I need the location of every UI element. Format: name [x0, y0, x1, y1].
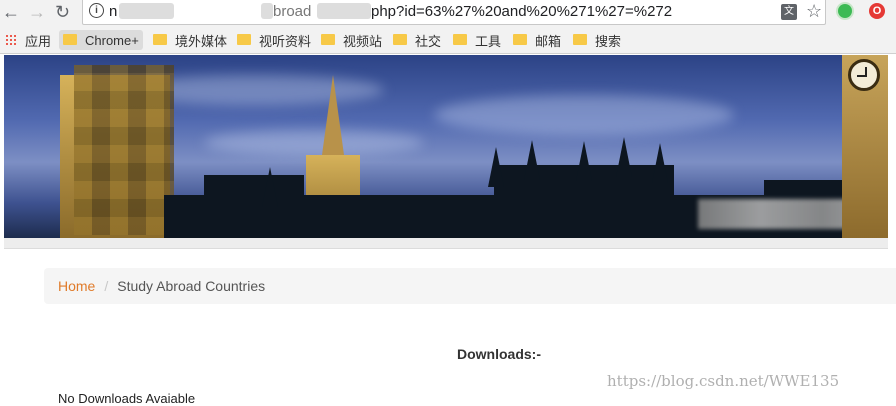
no-downloads-message: No Downloads Avaiable [58, 391, 196, 406]
palace-spire [488, 147, 504, 187]
bookmark-label: 视频站 [343, 33, 383, 49]
breadcrumb: Home / Study Abroad Countries [44, 268, 896, 304]
bookmark-label: 应用 [25, 33, 52, 49]
bookmark-label: 工具 [475, 33, 502, 49]
folder-icon [453, 33, 467, 45]
watermark-text: https://blog.csdn.net/WWE135 [607, 372, 840, 390]
bookmark-label: 搜索 [595, 33, 622, 49]
clock-face-icon [848, 59, 880, 91]
bookmark-video-sites[interactable]: 视频站 [321, 30, 382, 50]
url-text-mid: broad [273, 3, 312, 20]
extension-green-icon[interactable] [838, 4, 852, 18]
info-icon[interactable]: i [89, 3, 104, 18]
folder-icon [321, 33, 335, 45]
bookmark-social[interactable]: 社交 [393, 30, 441, 50]
bookmark-label: 邮箱 [535, 33, 562, 49]
palace-block [204, 175, 304, 215]
browser-toolbar: ← → ↻ i n broad php?id=63%27%20and%20%27… [0, 0, 896, 26]
palace-spire [616, 137, 632, 177]
breadcrumb-current: Study Abroad Countries [117, 278, 266, 294]
apps-grid-icon [5, 34, 17, 46]
pixelated-redaction [74, 65, 174, 235]
clock-hand [857, 75, 866, 77]
forward-arrow-icon[interactable]: → [28, 2, 46, 22]
palace-spire [262, 167, 278, 207]
folder-icon [573, 33, 587, 45]
cloud [434, 95, 734, 135]
palace-spire [524, 140, 540, 180]
breadcrumb-home-link[interactable]: Home [58, 278, 95, 294]
bookmark-label: 社交 [415, 33, 442, 49]
address-bar[interactable]: i n broad php?id=63%27%20and%20%271%27=%… [82, 0, 826, 25]
banner-bottom-strip [4, 238, 888, 249]
folder-icon [393, 33, 407, 45]
url-redaction [261, 3, 273, 19]
bookmark-label: 视听资料 [259, 33, 312, 49]
url-redaction [119, 3, 174, 19]
bookmark-star-icon[interactable]: ☆ [806, 1, 822, 22]
bookmark-foreign-media[interactable]: 境外媒体 [153, 30, 227, 50]
bookmark-av-materials[interactable]: 视听资料 [237, 30, 311, 50]
folder-icon [513, 33, 527, 45]
palace-spire [652, 143, 668, 183]
url-text-end: php?id=63%27%20and%20%271%27=%272 [371, 3, 673, 20]
bookmark-label: 境外媒体 [175, 33, 228, 49]
bookmark-chrome-plus[interactable]: Chrome+ [59, 30, 143, 50]
central-spire [322, 75, 344, 155]
bookmark-tools[interactable]: 工具 [453, 30, 501, 50]
cloud [204, 130, 424, 155]
bookmark-search[interactable]: 搜索 [573, 30, 621, 50]
downloads-heading: Downloads:- [457, 346, 541, 362]
header-banner-image [4, 55, 888, 240]
palace-spire [576, 141, 592, 181]
reload-icon[interactable]: ↻ [55, 2, 70, 22]
url-redaction [317, 3, 371, 19]
folder-icon [63, 33, 77, 45]
folder-icon [153, 33, 167, 45]
translate-icon[interactable]: 文 [781, 4, 797, 20]
bookmarks-bar: 应用 Chrome+ 境外媒体 视听资料 视频站 社交 工具 邮箱 搜索 [0, 26, 896, 54]
url-text-start: n [109, 3, 118, 20]
bookmark-mail[interactable]: 邮箱 [513, 30, 561, 50]
back-arrow-icon[interactable]: ← [2, 2, 20, 22]
breadcrumb-separator: / [104, 278, 109, 294]
bookmark-apps[interactable]: 应用 [5, 30, 51, 50]
folder-icon [237, 33, 251, 45]
extension-opera-icon[interactable]: O [869, 3, 885, 19]
bookmark-label: Chrome+ [85, 32, 139, 48]
